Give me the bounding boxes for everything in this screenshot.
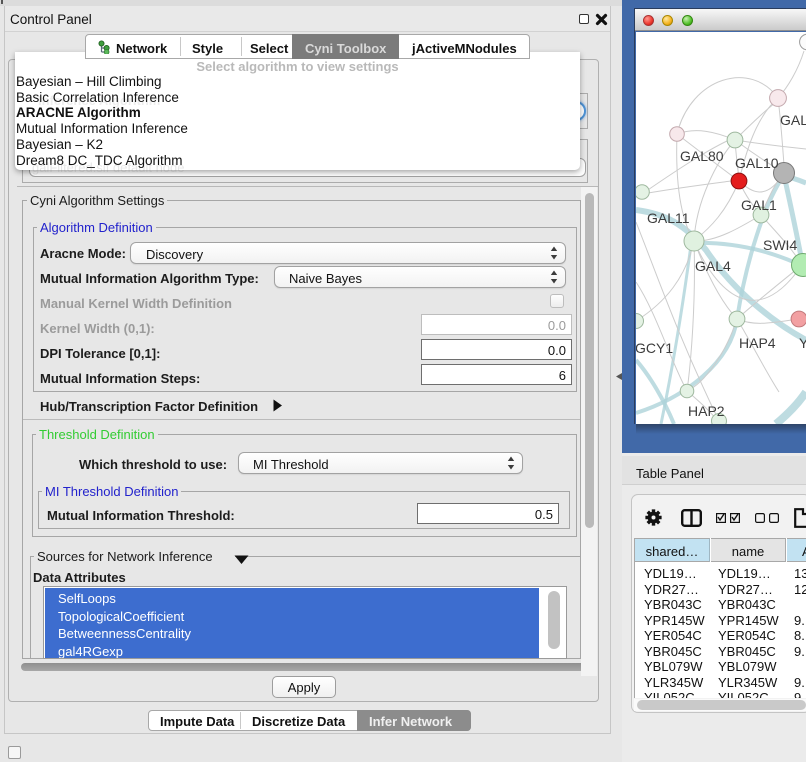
svg-text:GAL1: GAL1 <box>741 197 777 213</box>
svg-text:SWI4: SWI4 <box>763 237 797 253</box>
svg-text:GAL: GAL <box>780 112 806 128</box>
svg-text:GAL11: GAL11 <box>647 210 690 226</box>
svg-text:HAP2: HAP2 <box>688 403 725 419</box>
svg-text:GAL10: GAL10 <box>735 155 779 171</box>
svg-text:GAL80: GAL80 <box>680 148 724 164</box>
svg-text:GAL4: GAL4 <box>695 258 731 274</box>
svg-text:HAP4: HAP4 <box>739 335 776 351</box>
svg-text:Y: Y <box>799 335 806 351</box>
svg-text:GCY1: GCY1 <box>636 340 673 356</box>
